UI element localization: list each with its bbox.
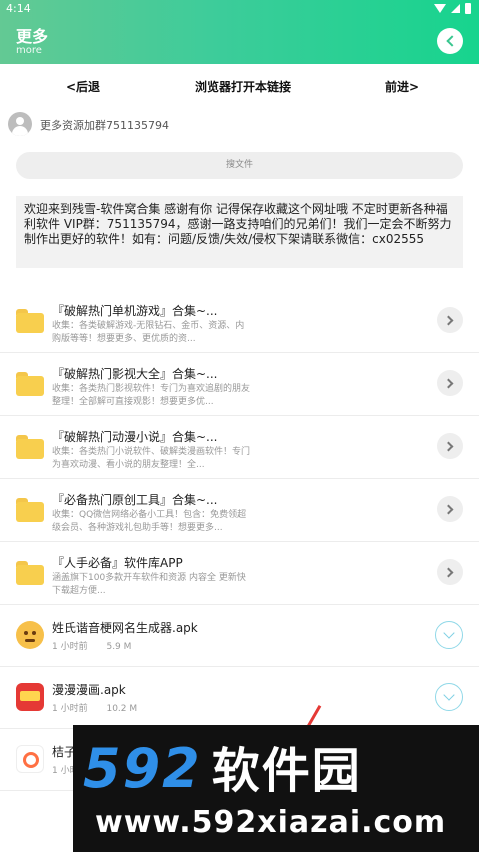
watermark-url: www.592xiazai.com bbox=[95, 805, 447, 840]
open-folder-button[interactable] bbox=[437, 370, 463, 396]
chevron-right-icon bbox=[443, 315, 454, 325]
header-bar: 4:14 更多 more bbox=[0, 0, 479, 64]
folder-icon bbox=[16, 372, 44, 396]
chevron-right-icon bbox=[443, 378, 454, 388]
chevron-right-icon bbox=[443, 567, 454, 577]
file-meta: 1 小时前 5.9 M bbox=[52, 639, 147, 652]
chevron-left-icon bbox=[445, 35, 458, 47]
battery-icon bbox=[465, 3, 471, 14]
page-subtitle: more bbox=[16, 45, 42, 56]
status-time: 4:14 bbox=[6, 2, 31, 15]
folder-icon bbox=[16, 435, 44, 459]
folder-icon bbox=[16, 561, 44, 585]
screen: 4:14 更多 more <后退 浏览器打开本链接 前进> 更多资源加群7511… bbox=[0, 0, 479, 852]
chevron-right-icon bbox=[443, 441, 454, 451]
download-button[interactable] bbox=[435, 683, 463, 711]
signal-icon bbox=[451, 4, 460, 13]
file-time: 1 小时前 bbox=[52, 642, 88, 652]
open-in-browser-button[interactable]: 浏览器打开本链接 bbox=[195, 78, 291, 95]
avatar-body bbox=[12, 126, 28, 136]
file-row[interactable]: 漫漫漫画.apk 1 小时前 10.2 M bbox=[0, 667, 479, 729]
chevron-down-icon bbox=[443, 689, 455, 701]
manga-app-icon bbox=[16, 683, 44, 711]
header-back-button[interactable] bbox=[437, 28, 463, 54]
folder-title: 『破解热门单机游戏』合集~... bbox=[52, 304, 218, 318]
nav-forward-button[interactable]: 前进> bbox=[385, 78, 419, 95]
open-folder-button[interactable] bbox=[437, 559, 463, 585]
folder-desc: 收集：各类热门小说软件、破解类漫画软件！专门为喜欢动漫、看小说的朋友整理！全..… bbox=[52, 447, 251, 470]
watermark-logo: 592 软件园 bbox=[83, 739, 362, 801]
folder-icon bbox=[16, 309, 44, 333]
group-info-text: 更多资源加群751135794 bbox=[40, 119, 169, 132]
notice-text: 欢迎来到残雪-软件窝合集 感谢有你 记得保存收藏这个网址哦 不定时更新各种福利软… bbox=[16, 196, 463, 268]
group-info-row[interactable]: 更多资源加群751135794 bbox=[0, 108, 479, 138]
file-size: 5.9 M bbox=[106, 642, 132, 652]
watermark-number: 592 bbox=[83, 737, 202, 800]
nav-back-button[interactable]: <后退 bbox=[66, 78, 100, 95]
emoji-face-icon bbox=[16, 621, 44, 649]
file-title: 漫漫漫画.apk bbox=[52, 683, 126, 697]
status-icons bbox=[434, 3, 471, 14]
folder-desc: 收集：各类热门影视软件！专门为喜欢追剧的朋友整理！全部解可直接观影！想要更多优.… bbox=[52, 384, 251, 407]
avatar bbox=[8, 112, 32, 136]
orange-app-icon bbox=[16, 745, 44, 773]
folder-desc: 收集：各类破解游戏-无限钻石、金币、资源、内购版等等！想要更多、更优质的资... bbox=[52, 321, 245, 344]
folder-title: 『人手必备』软件库APP bbox=[52, 556, 183, 570]
file-size: 10.2 M bbox=[106, 704, 138, 714]
chevron-down-icon bbox=[443, 627, 455, 639]
folder-row[interactable]: 『破解热门影视大全』合集~... 收集：各类热门影视软件！专门为喜欢追剧的朋友整… bbox=[0, 353, 479, 416]
folder-desc: 收集：QQ微信网络必备小工具！包含：免费领超级会员、各种游戏礼包助手等！想要更多… bbox=[52, 510, 247, 533]
download-button[interactable] bbox=[435, 621, 463, 649]
folder-desc: 涵盖旗下100多款开车软件和资源 内容全 更新快 下载超方便... bbox=[52, 573, 246, 596]
folder-icon bbox=[16, 498, 44, 522]
watermark-cn: 软件园 bbox=[211, 743, 362, 799]
open-folder-button[interactable] bbox=[437, 496, 463, 522]
avatar-head bbox=[16, 117, 24, 125]
file-list: 『破解热门单机游戏』合集~... 收集：各类破解游戏-无限钻石、金币、资源、内购… bbox=[0, 290, 479, 791]
file-title: 姓氏谐音梗网名生成器.apk bbox=[52, 621, 198, 635]
file-time: 1 小时前 bbox=[52, 704, 88, 714]
folder-title: 『必备热门原创工具』合集~... bbox=[52, 493, 218, 507]
file-row[interactable]: 姓氏谐音梗网名生成器.apk 1 小时前 5.9 M bbox=[0, 605, 479, 667]
folder-title: 『破解热门动漫小说』合集~... bbox=[52, 430, 218, 444]
folder-title: 『破解热门影视大全』合集~... bbox=[52, 367, 218, 381]
folder-row[interactable]: 『必备热门原创工具』合集~... 收集：QQ微信网络必备小工具！包含：免费领超级… bbox=[0, 479, 479, 542]
nav-row: <后退 浏览器打开本链接 前进> bbox=[0, 66, 479, 104]
folder-row[interactable]: 『人手必备』软件库APP 涵盖旗下100多款开车软件和资源 内容全 更新快 下载… bbox=[0, 542, 479, 605]
wifi-icon bbox=[434, 4, 446, 13]
watermark-overlay: 592 软件园 www.592xiazai.com bbox=[73, 725, 479, 852]
open-folder-button[interactable] bbox=[437, 433, 463, 459]
folder-row[interactable]: 『破解热门单机游戏』合集~... 收集：各类破解游戏-无限钻石、金币、资源、内购… bbox=[0, 290, 479, 353]
file-meta: 1 小时前 10.2 M bbox=[52, 701, 153, 714]
folder-row[interactable]: 『破解热门动漫小说』合集~... 收集：各类热门小说软件、破解类漫画软件！专门为… bbox=[0, 416, 479, 479]
page-title: 更多 bbox=[16, 27, 49, 46]
search-input[interactable]: 搜文件 bbox=[16, 152, 463, 179]
chevron-right-icon bbox=[443, 504, 454, 514]
status-bar: 4:14 bbox=[0, 0, 479, 18]
open-folder-button[interactable] bbox=[437, 307, 463, 333]
